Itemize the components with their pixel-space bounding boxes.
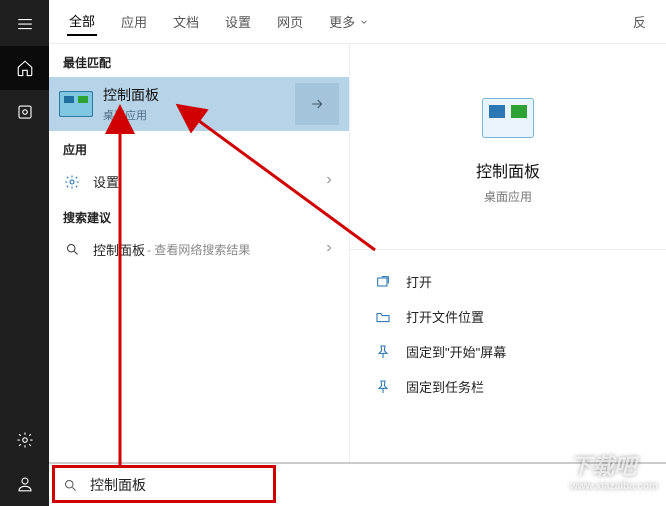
suggestion-hint: - 查看网络搜索结果 xyxy=(147,241,250,258)
best-match-title: 控制面板 xyxy=(103,85,295,105)
search-filter-tabs: 全部 应用 文档 设置 网页 更多 反 xyxy=(49,0,666,44)
tab-more[interactable]: 更多 xyxy=(327,8,371,35)
preview-actions: 打开 打开文件位置 固定到"开始"屏幕 固定到任务栏 xyxy=(350,249,666,404)
settings-icon[interactable] xyxy=(0,418,49,462)
recent-icon[interactable] xyxy=(0,90,49,134)
section-suggestions: 搜索建议 xyxy=(49,199,349,232)
pin-icon xyxy=(374,344,392,360)
best-match-subtitle: 桌面应用 xyxy=(103,107,295,123)
folder-icon xyxy=(374,309,392,325)
preview-subtitle: 桌面应用 xyxy=(484,188,532,205)
home-icon[interactable] xyxy=(0,46,49,90)
best-match-open-button[interactable] xyxy=(295,83,339,125)
search-results: 最佳匹配 控制面板 桌面应用 应用 设置 xyxy=(49,44,349,506)
app-result-label: 设置 xyxy=(93,172,119,191)
tab-all[interactable]: 全部 xyxy=(67,7,97,36)
best-match-item[interactable]: 控制面板 桌面应用 xyxy=(49,77,349,131)
search-suggestion-item[interactable]: 控制面板 - 查看网络搜索结果 xyxy=(49,232,349,267)
tab-more-label: 更多 xyxy=(329,12,355,31)
action-open-location-label: 打开文件位置 xyxy=(406,307,484,326)
control-panel-icon-large xyxy=(482,98,534,138)
action-pin-taskbar[interactable]: 固定到任务栏 xyxy=(370,369,646,404)
tab-docs[interactable]: 文档 xyxy=(171,8,201,35)
action-pin-start-label: 固定到"开始"屏幕 xyxy=(406,342,506,361)
annotation-highlight xyxy=(52,465,276,503)
chevron-down-icon xyxy=(359,17,369,27)
section-apps: 应用 xyxy=(49,131,349,164)
search-icon xyxy=(63,242,81,257)
open-icon xyxy=(374,274,392,290)
tab-apps[interactable]: 应用 xyxy=(119,8,149,35)
app-result-settings[interactable]: 设置 xyxy=(49,164,349,199)
preview-pane: 控制面板 桌面应用 打开 打开文件位置 固定到"开始"屏幕 xyxy=(349,44,666,506)
pin-icon xyxy=(374,379,392,395)
account-icon[interactable] xyxy=(0,462,49,506)
arrow-right-icon xyxy=(309,96,325,112)
tab-web[interactable]: 网页 xyxy=(275,8,305,35)
chevron-right-icon xyxy=(323,174,335,189)
start-sidebar xyxy=(0,0,49,506)
gear-icon xyxy=(63,174,81,190)
suggestion-term: 控制面板 xyxy=(93,240,145,259)
action-pin-taskbar-label: 固定到任务栏 xyxy=(406,377,484,396)
hamburger-icon[interactable] xyxy=(0,2,49,46)
feedback-link[interactable]: 反 xyxy=(631,8,648,35)
tab-settings[interactable]: 设置 xyxy=(223,8,253,35)
section-best-match: 最佳匹配 xyxy=(49,44,349,77)
action-pin-start[interactable]: 固定到"开始"屏幕 xyxy=(370,334,646,369)
action-open[interactable]: 打开 xyxy=(370,264,646,299)
control-panel-icon xyxy=(59,91,93,117)
preview-title: 控制面板 xyxy=(476,158,540,182)
action-open-label: 打开 xyxy=(406,272,432,291)
chevron-right-icon xyxy=(323,242,335,257)
action-open-location[interactable]: 打开文件位置 xyxy=(370,299,646,334)
